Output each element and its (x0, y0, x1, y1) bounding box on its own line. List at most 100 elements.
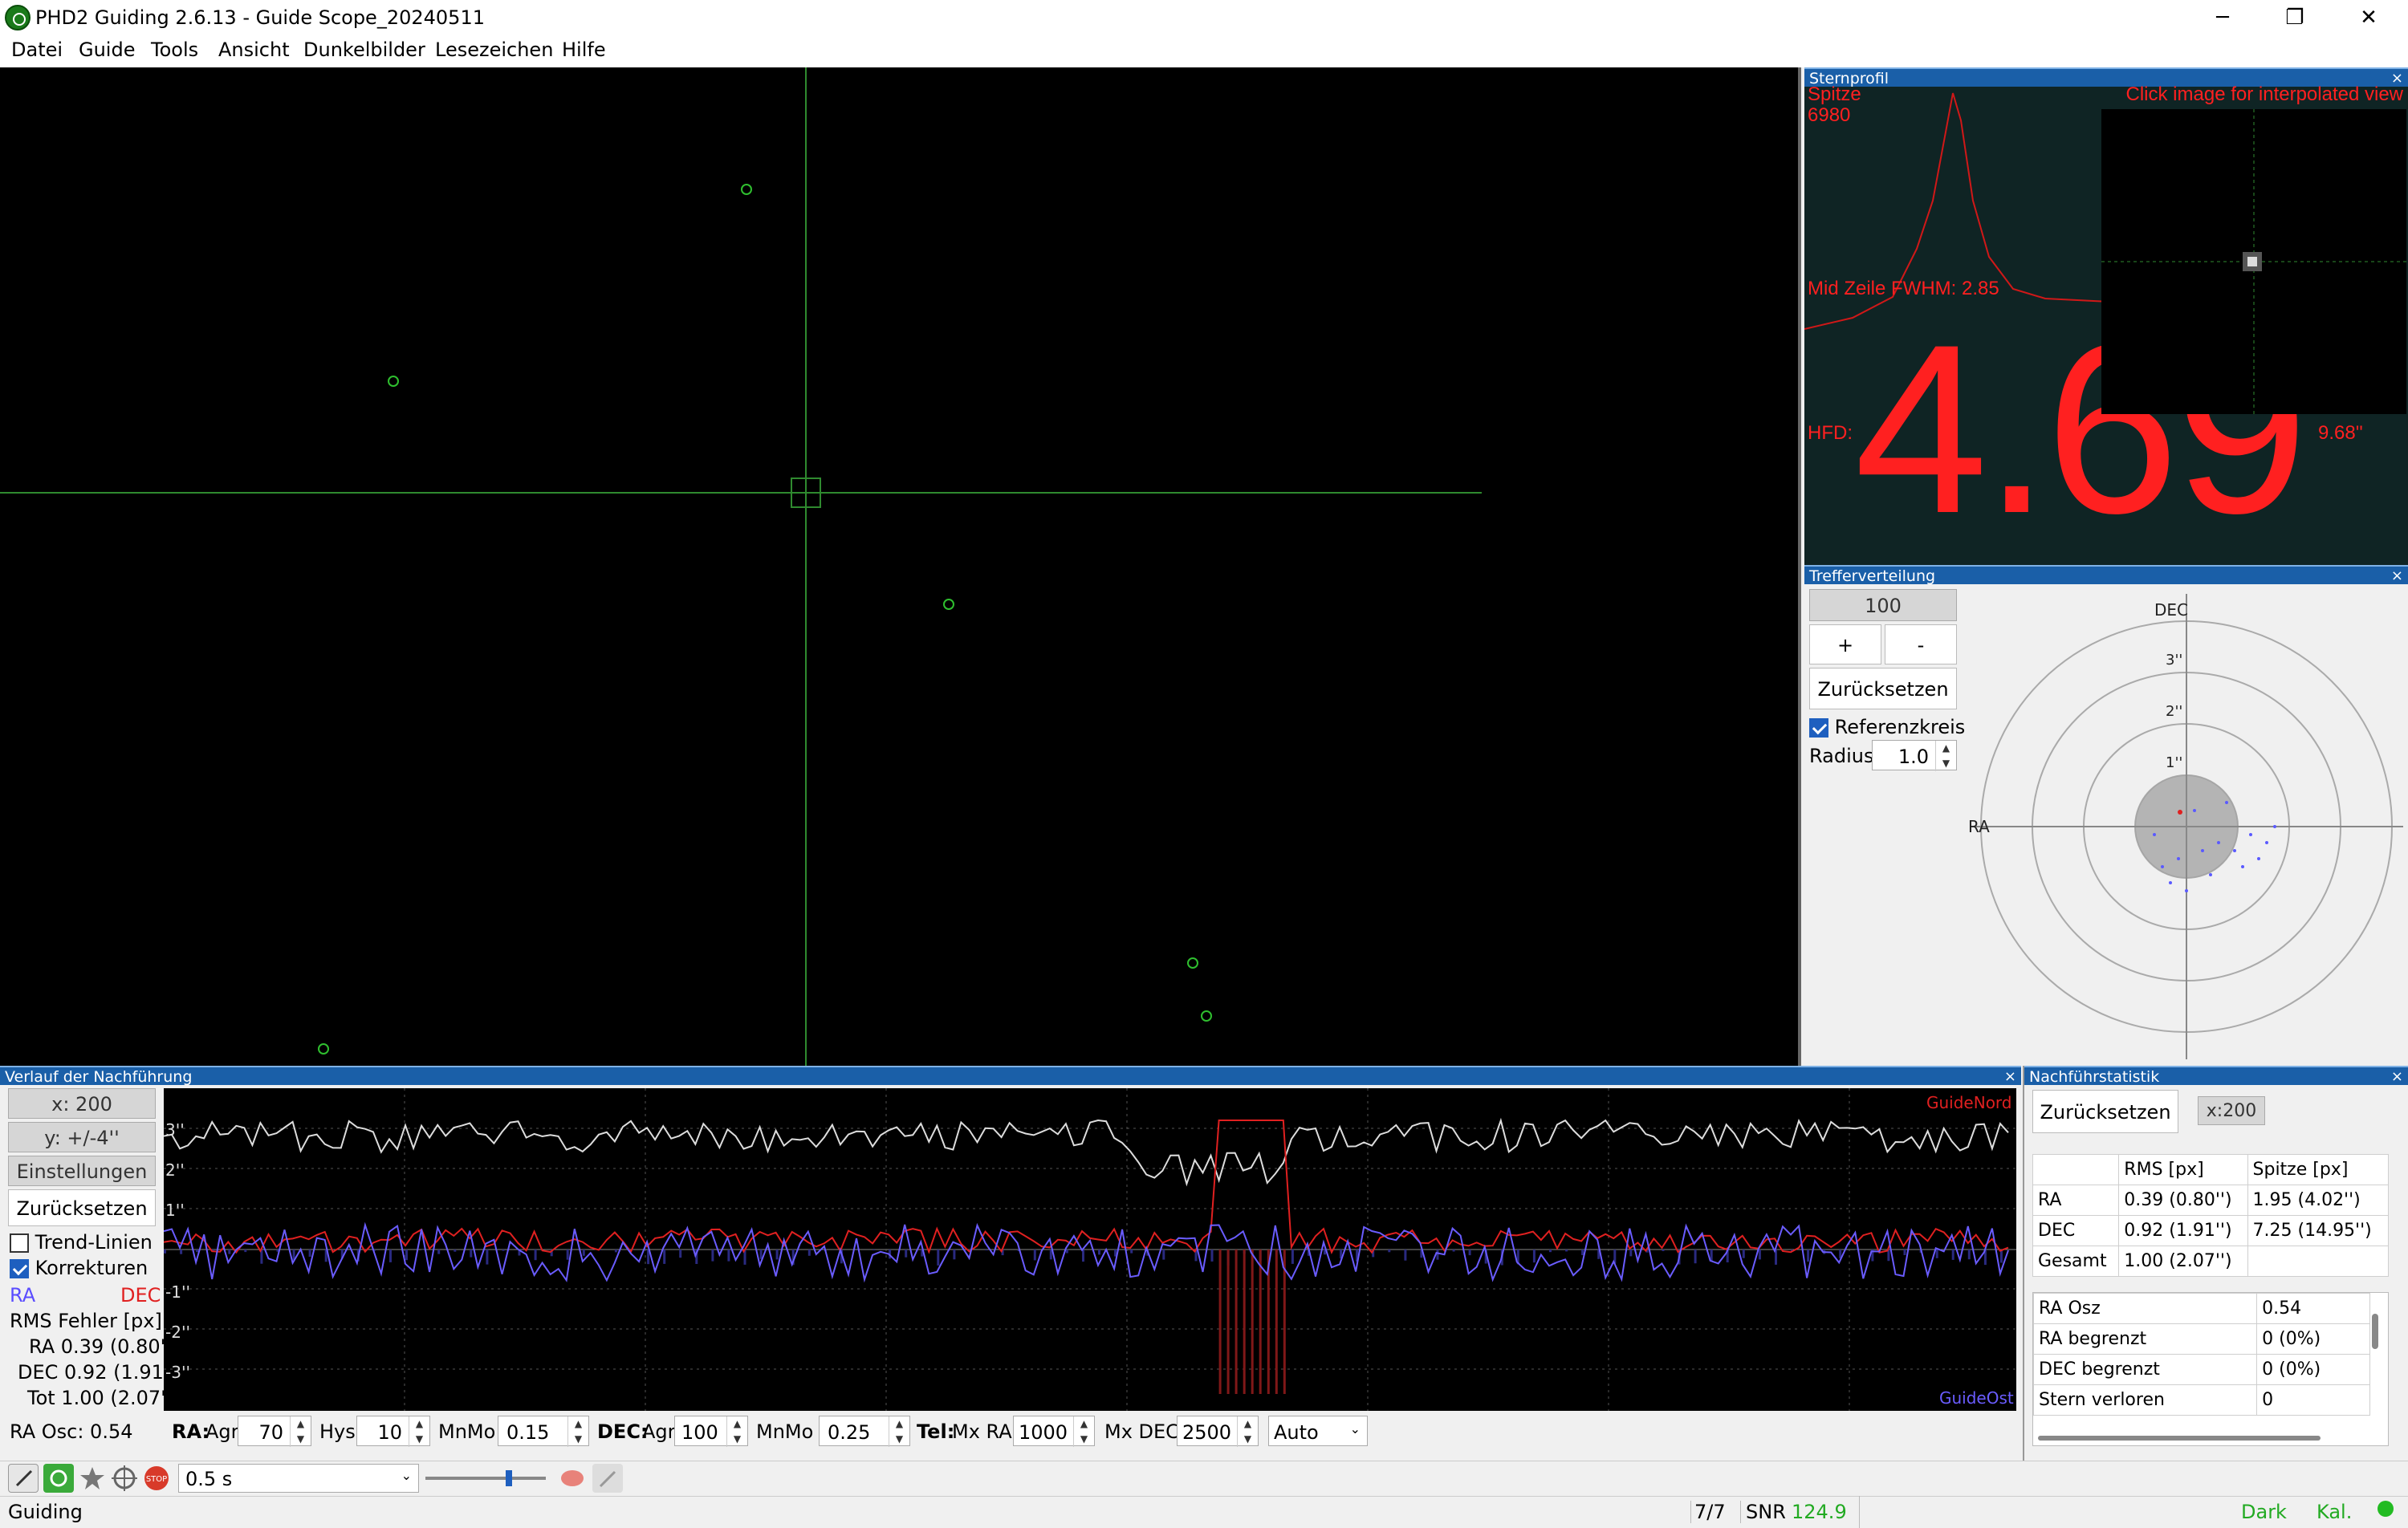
panel-title: Nachführstatistik × (2024, 1066, 2408, 1087)
max-ra-input[interactable]: 1000 ▲ ▼ (1013, 1416, 1095, 1447)
guide-north-label: GuideNord (1926, 1093, 2012, 1112)
ra-aggressiveness-input[interactable]: 70 ▲ ▼ (238, 1416, 311, 1447)
vertical-scrollbar[interactable] (2372, 1314, 2378, 1349)
history-reset-button[interactable]: Zurücksetzen (8, 1189, 156, 1226)
dec-agr-label: Agr (642, 1420, 676, 1443)
star-profile-panel: Sternprofil × Spitze 6980 Mid Zeile FWHM:… (1804, 67, 2408, 565)
close-icon[interactable]: × (2391, 1067, 2403, 1087)
menu-datei[interactable]: Datei (11, 39, 63, 61)
interpolated-hint: Click image for interpolated view (2125, 83, 2403, 105)
refcircle-checkbox[interactable]: Referenzkreis (1809, 716, 1965, 738)
history-graph[interactable]: GuideNord GuideOst 3'' 2'' 1'' -1'' -2''… (163, 1088, 2016, 1411)
star-marker (1201, 1010, 1212, 1022)
close-button[interactable]: ✕ (2333, 0, 2405, 35)
history-plot (163, 1088, 2016, 1411)
checkbox-icon[interactable] (1809, 718, 1828, 738)
zoom-out-button[interactable]: - (1885, 624, 1957, 664)
ring-label: 2'' (2166, 703, 2183, 720)
ra-minmove-input[interactable]: 0.15 ▲ ▼ (498, 1416, 589, 1447)
star-field (0, 67, 1482, 1066)
menu-hilfe[interactable]: Hilfe (562, 39, 606, 61)
ra-agr-label: Agr (205, 1420, 239, 1443)
dec-controls-label: DEC: (597, 1420, 649, 1443)
chevron-down-icon: ⌄ (401, 1468, 412, 1483)
dec-mode-select[interactable]: Auto ⌄ (1268, 1416, 1368, 1446)
y-tick: -1'' (165, 1282, 190, 1302)
star-marker (318, 1043, 329, 1055)
loop-icon[interactable] (43, 1464, 74, 1493)
stop-icon[interactable]: STOP (141, 1464, 172, 1493)
table-row: RA Osz 0.54 (2033, 1293, 2370, 1324)
corrections-label: Korrekturen (35, 1257, 148, 1279)
minimize-button[interactable]: ─ (2186, 0, 2259, 35)
snr-label: SNR (1740, 1501, 1786, 1523)
status-light-icon (2377, 1501, 2394, 1517)
trend-lines-checkbox[interactable]: Trend-Linien (10, 1231, 153, 1254)
menu-dunkelbilder[interactable]: Dunkelbilder (303, 39, 425, 61)
corrections-checkbox[interactable]: Korrekturen (10, 1257, 148, 1279)
target-panel: Trefferverteilung × 100 + - Zurücksetzen … (1804, 565, 2408, 1066)
table-row: RA begrenzt 0 (0%) (2033, 1323, 2370, 1355)
stats-x-select[interactable]: x:200 (2198, 1096, 2265, 1125)
max-dec-input[interactable]: 2500 ▲ ▼ (1177, 1416, 1259, 1447)
gamma-slider[interactable] (425, 1469, 546, 1488)
radius-label: Radius: (1809, 745, 1881, 767)
y-range-select[interactable]: y: +/-4'' (8, 1122, 156, 1152)
table-row: RA 0.39 (0.80'') 1.95 (4.02'') (2032, 1185, 2390, 1216)
horizontal-scrollbar[interactable] (2038, 1436, 2321, 1441)
target-reset-button[interactable]: Zurücksetzen (1809, 668, 1957, 709)
status-bar (0, 1496, 2408, 1528)
x-range-select[interactable]: x: 200 (8, 1088, 156, 1119)
menu-guide[interactable]: Guide (79, 39, 135, 61)
hfd-arcsec: 9.68'' (2318, 422, 2363, 444)
camera-viewer[interactable] (0, 67, 1801, 1066)
maximize-button[interactable]: ❐ (2259, 0, 2331, 35)
y-tick: 1'' (165, 1201, 185, 1220)
y-tick: 2'' (165, 1160, 185, 1180)
bullseye-plot (1970, 594, 2403, 1059)
close-icon[interactable]: × (2004, 1067, 2016, 1087)
close-icon[interactable]: × (2391, 567, 2403, 586)
window-title: PHD2 Guiding 2.6.13 - Guide Scope_202405… (35, 6, 485, 29)
zoom-select[interactable]: 100 (1809, 589, 1957, 621)
max-dec-label: Mx DEC (1104, 1420, 1179, 1443)
pencil-icon[interactable] (8, 1464, 39, 1493)
tools-icon[interactable] (592, 1464, 623, 1493)
star-thumbnail[interactable] (2101, 109, 2406, 414)
checkbox-icon[interactable] (10, 1259, 29, 1278)
crosshair-icon[interactable] (109, 1464, 140, 1493)
menu-tools[interactable]: Tools (151, 39, 198, 61)
history-settings-button[interactable]: Einstellungen (8, 1156, 156, 1186)
ring-label: 3'' (2166, 652, 2183, 668)
radius-input[interactable]: 1.0 ▲ ▼ (1872, 740, 1957, 771)
zoom-in-button[interactable]: + (1809, 624, 1881, 664)
ra-minmove-label: MnMo (438, 1420, 496, 1443)
checkbox-icon[interactable] (10, 1233, 29, 1253)
menu-lesezeichen[interactable]: Lesezeichen (435, 39, 553, 61)
svg-text:STOP: STOP (146, 1475, 167, 1484)
trend-lines-label: Trend-Linien (35, 1231, 153, 1254)
ring-label: 1'' (2166, 754, 2183, 771)
hysteresis-input[interactable]: 10 ▲ ▼ (356, 1416, 430, 1447)
stats-reset-button[interactable]: Zurücksetzen (2032, 1090, 2178, 1133)
exposure-select[interactable]: 0.5 s ⌄ (178, 1464, 419, 1493)
table-row: Stern verloren 0 (2033, 1384, 2370, 1416)
app-icon (5, 5, 31, 30)
stats-detail-list[interactable]: RA Osz 0.54 RA begrenzt 0 (0%) DEC begrenz… (2032, 1292, 2389, 1446)
dark-indicator: Dark (2241, 1501, 2287, 1523)
ra-controls-label: RA: (172, 1420, 210, 1443)
brain-icon[interactable] (557, 1464, 588, 1493)
stats-table: RMS [px] Spitze [px] RA 0.39 (0.80'') 1.95 … (2032, 1154, 2390, 1277)
status-divider (1859, 1496, 1860, 1528)
y-tick: -2'' (165, 1323, 190, 1342)
refcircle-label: Referenzkreis (1834, 716, 1966, 738)
max-ra-label: Mx RA (952, 1420, 1012, 1443)
dec-minmove-input[interactable]: 0.25 ▲ ▼ (819, 1416, 910, 1447)
menu-ansicht[interactable]: Ansicht (218, 39, 290, 61)
calibration-indicator: Kal. (2316, 1501, 2353, 1523)
dec-aggressiveness-input[interactable]: 100 ▲ ▼ (674, 1416, 748, 1447)
star-icon[interactable] (77, 1464, 108, 1493)
panel-title: Trefferverteilung × (1804, 565, 2408, 586)
table-row: DEC begrenzt 0 (0%) (2033, 1354, 2370, 1385)
hysteresis-label: Hys (319, 1420, 356, 1443)
